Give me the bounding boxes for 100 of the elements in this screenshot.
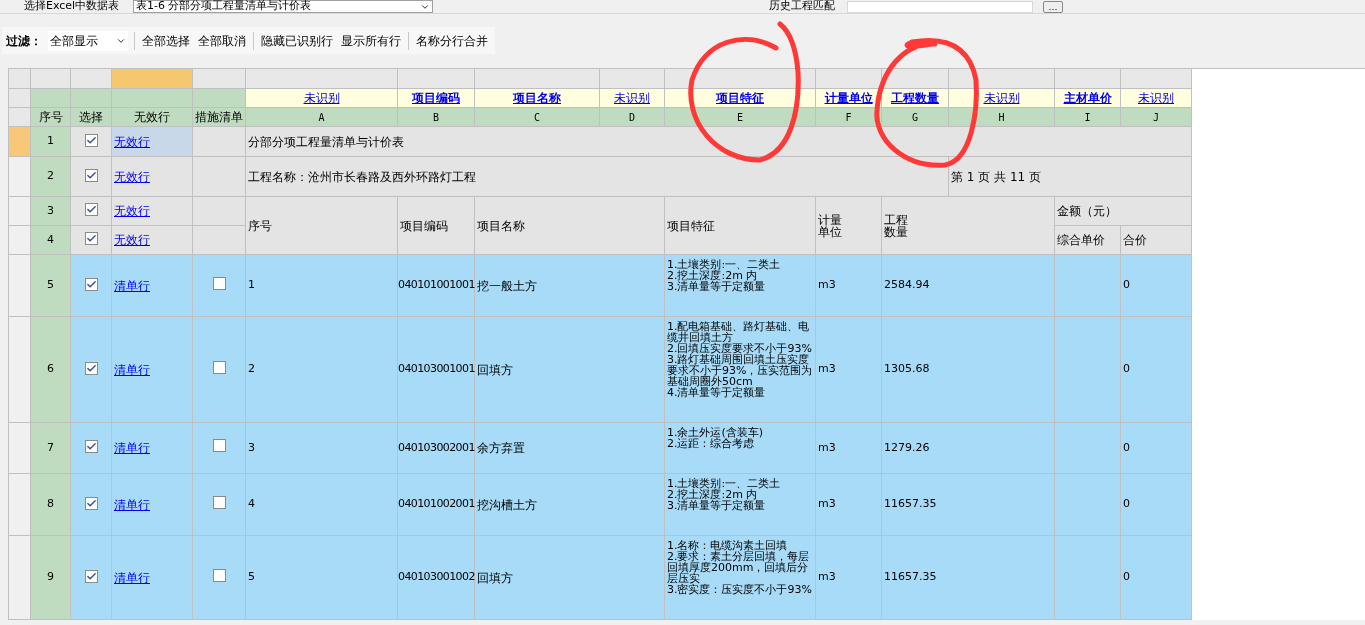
table-cell: 0 (1123, 278, 1130, 292)
measure-checkbox[interactable] (212, 495, 226, 509)
browse-button[interactable]: … (1043, 0, 1063, 13)
row-number: 7 (47, 440, 54, 454)
table-cell: 1.余土外运(含装车) 2.运距：综合考虑 (667, 426, 764, 450)
select-checkbox[interactable] (84, 203, 98, 216)
measure-checkbox[interactable] (212, 276, 226, 290)
check-icon (85, 362, 97, 374)
column-select-cell[interactable] (70, 68, 112, 89)
row-type-link[interactable]: 清单行 (114, 497, 150, 512)
select-checkbox[interactable] (84, 277, 98, 291)
toolbar-button[interactable]: 隐藏已识别行 (260, 31, 334, 50)
table-cell: 余方弃置 (477, 441, 525, 455)
column-letter: A (318, 111, 325, 123)
table-cell: 1.名称：电缆沟素土回填 2.要求：素土分层回填，每层回填厚度200mm，回填后分层压实 3.密实度：压实度不小于93% (667, 539, 812, 596)
column-letter: B (433, 111, 439, 123)
table-cell: 1 (248, 278, 255, 292)
check-icon (85, 278, 97, 290)
check-icon (85, 233, 97, 244)
table-cell: m3 (818, 570, 836, 584)
table-cell: 5 (248, 570, 255, 584)
column-select-cell[interactable] (30, 68, 71, 89)
row-number: 5 (47, 278, 54, 292)
table-cell: 0 (1123, 440, 1130, 454)
table-cell: 1.土壤类别:一、二类土 2.挖土深度:2m 内 3.清单量等于定额量 (667, 477, 781, 512)
table-cell: 040103001002 (398, 570, 475, 584)
table-cell: 挖沟槽土方 (477, 497, 537, 512)
toolbar-button[interactable]: 全部选择 (141, 31, 191, 50)
table-cell: 1305.68 (884, 362, 930, 376)
measure-checkbox[interactable] (212, 360, 226, 374)
column-letter: H (998, 111, 1005, 123)
check-icon (85, 169, 97, 181)
filter-label: 过滤： (6, 32, 42, 50)
table-cell: 3 (248, 440, 255, 454)
table-title: 分部分项工程量清单与计价表 (248, 134, 404, 149)
column-letter: J (1153, 111, 1159, 123)
measure-checkbox[interactable] (212, 439, 226, 452)
toolbar-button[interactable]: 显示所有行 (340, 31, 402, 50)
row-number: 2 (47, 169, 54, 183)
table-cell: 2584.94 (884, 278, 930, 292)
check-icon (85, 497, 97, 509)
row-number: 4 (47, 232, 54, 246)
row-number: 1 (47, 134, 54, 148)
column-select-cell[interactable] (192, 68, 246, 89)
table-cell: 0 (1123, 570, 1130, 584)
column-header: 无效行 (134, 110, 170, 124)
history-match-field[interactable] (847, 0, 1033, 13)
table-cell: 040103001001 (398, 362, 475, 376)
table-cell: 040101001001 (398, 278, 475, 292)
data-sheet-label: 选择Excel中数据表 (24, 0, 121, 15)
table-cell: 挖一般土方 (477, 278, 537, 293)
table-cell: 项目名称 (477, 218, 525, 233)
row-number: 3 (47, 203, 54, 217)
table-cell: 1279.26 (884, 440, 930, 454)
column-select-cell[interactable] (111, 68, 193, 89)
row-type-link[interactable]: 清单行 (114, 441, 150, 455)
select-checkbox[interactable] (84, 496, 98, 510)
page-count: 第 1 页 共 11 页 (951, 169, 1041, 184)
toolbar-button[interactable]: 名称分行合并 (415, 31, 489, 50)
row-number: 9 (47, 570, 54, 584)
select-checkbox[interactable] (84, 361, 98, 375)
table-cell: 0 (1123, 362, 1130, 376)
table-cell: 1.配电箱基础、路灯基础、电缆井回填土方 2.回填压实度要求不小于93% 3.路灯基础周围回填土压实度要求不小于93%，压实范围为基础周圈外50cm 4.清单量等于定额量 (667, 320, 813, 399)
data-sheet-dropdown[interactable]: 表1-6 分部分项工程量清单与计价表 (133, 0, 433, 13)
select-checkbox[interactable] (84, 133, 98, 147)
column-letter: G (912, 111, 918, 123)
table-cell: 040103002001 (398, 440, 475, 454)
table-cell: 合价 (1123, 233, 1147, 247)
select-checkbox[interactable] (84, 232, 98, 245)
project-name: 工程名称：沧州市长春路及西外环路灯工程 (248, 169, 476, 184)
column-letter: D (629, 111, 635, 123)
table-cell: 2 (248, 362, 255, 376)
column-header: 措施清单 (195, 110, 243, 124)
check-icon (85, 204, 97, 215)
table-cell: 项目特征 (667, 218, 715, 233)
table-cell: 序号 (248, 218, 272, 233)
table-cell: 项目编码 (400, 218, 448, 233)
table-cell: m3 (818, 278, 836, 292)
row-type-link[interactable]: 清单行 (114, 570, 150, 585)
table-cell: 11657.35 (884, 497, 937, 511)
column-header: 序号 (38, 110, 63, 124)
select-checkbox[interactable] (84, 440, 98, 453)
column-header: 选择 (79, 110, 103, 124)
table-cell: 11657.35 (884, 570, 937, 584)
column-letter: E (737, 111, 743, 123)
select-checkbox[interactable] (84, 168, 98, 182)
row-type-link[interactable]: 无效行 (114, 169, 150, 184)
table-cell: 金额（元） (1057, 204, 1117, 218)
toolbar-button[interactable]: 全部取消 (197, 31, 247, 50)
measure-checkbox[interactable] (212, 568, 226, 582)
table-cell: 计量单位 (818, 213, 842, 238)
filter-dropdown[interactable]: 全部显示 (48, 30, 128, 51)
row-number: 6 (47, 362, 54, 376)
row-type-link[interactable]: 清单行 (114, 278, 150, 293)
select-checkbox[interactable] (84, 569, 98, 583)
row-type-link[interactable]: 清单行 (114, 362, 150, 377)
column-mapping-link[interactable]: 未识别 (303, 91, 340, 105)
check-icon (85, 441, 97, 452)
table-cell: 040101002001 (398, 497, 475, 511)
row-number: 8 (47, 497, 54, 511)
